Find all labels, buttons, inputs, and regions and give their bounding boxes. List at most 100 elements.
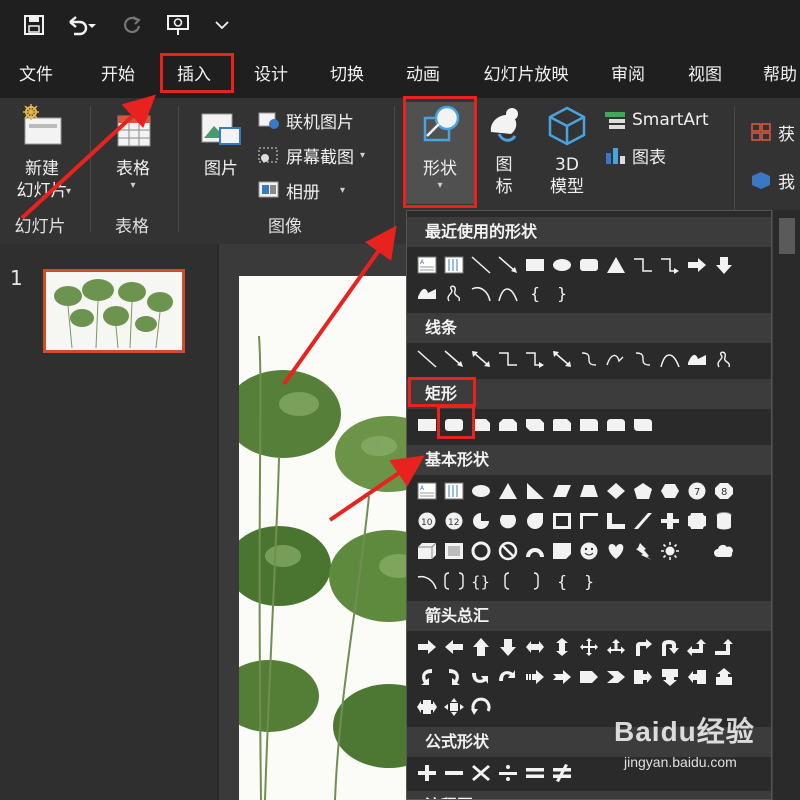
shape-eqdiv-icon[interactable] bbox=[494, 761, 521, 785]
tab-help[interactable]: 帮助 bbox=[758, 60, 800, 90]
table-button[interactable]: 表格 ▾ bbox=[96, 102, 170, 191]
shape-triangle-icon[interactable] bbox=[602, 253, 629, 277]
customize-toolbar-icon[interactable] bbox=[210, 10, 234, 40]
shapes-button[interactable]: 形状 ▾ bbox=[404, 102, 476, 204]
shape-nosym-icon[interactable] bbox=[494, 539, 521, 563]
redo-icon[interactable] bbox=[118, 10, 146, 40]
shape-eqminus-icon[interactable] bbox=[440, 761, 467, 785]
shape-line-icon[interactable] bbox=[467, 253, 494, 277]
slide-thumbnail[interactable] bbox=[43, 269, 185, 353]
tab-view[interactable]: 视图 bbox=[683, 60, 727, 90]
shape-quadcallout-icon[interactable] bbox=[440, 695, 467, 719]
shape-curvedarrow-icon[interactable] bbox=[602, 347, 629, 371]
shape-parallelogram-icon[interactable] bbox=[548, 479, 575, 503]
table-dropdown-icon[interactable]: ▾ bbox=[130, 180, 135, 191]
shape-roundrect-icon[interactable] bbox=[575, 253, 602, 277]
shape-lbracket-icon[interactable] bbox=[494, 569, 521, 593]
shape-elbow-icon[interactable] bbox=[629, 253, 656, 277]
photo-album-button[interactable]: 相册 ▾ bbox=[258, 176, 345, 204]
shape-rbracket-icon[interactable] bbox=[521, 569, 548, 593]
shape-foldedcorner-icon[interactable] bbox=[548, 539, 575, 563]
shape-rbrace-icon[interactable]: } bbox=[548, 281, 575, 305]
shape-round2-icon[interactable] bbox=[602, 413, 629, 437]
shape-rbrace-icon[interactable]: } bbox=[575, 569, 602, 593]
shape-lrcallout-icon[interactable] bbox=[413, 695, 440, 719]
shape-blockarc-icon[interactable] bbox=[521, 539, 548, 563]
shape-downarrow-icon[interactable] bbox=[494, 635, 521, 659]
shape-teardrop-icon[interactable] bbox=[521, 509, 548, 533]
shape-arrowline-icon[interactable] bbox=[494, 253, 521, 277]
shape-round3-icon[interactable] bbox=[629, 413, 656, 437]
shape-sun-icon[interactable] bbox=[656, 539, 683, 563]
shape-plus-icon[interactable] bbox=[656, 509, 683, 533]
undo-icon[interactable] bbox=[62, 10, 102, 40]
shape-eqplus-icon[interactable] bbox=[413, 761, 440, 785]
shape-chevron-icon[interactable] bbox=[602, 665, 629, 689]
shape-stripedright-icon[interactable] bbox=[521, 665, 548, 689]
tab-file[interactable]: 文件 bbox=[14, 60, 58, 90]
3d-models-button[interactable]: 3D 模型 bbox=[538, 102, 596, 198]
shape-curve-icon[interactable] bbox=[656, 347, 683, 371]
shape-diamond-icon[interactable] bbox=[602, 479, 629, 503]
shape-rect-icon[interactable] bbox=[413, 413, 440, 437]
shape-leftarrow-icon[interactable] bbox=[440, 635, 467, 659]
shape-dodec-icon[interactable]: 12 bbox=[440, 509, 467, 533]
shape-eqnotequal-icon[interactable] bbox=[548, 761, 575, 785]
shape-rect-icon[interactable] bbox=[521, 253, 548, 277]
shape-textbox-icon[interactable]: A bbox=[413, 479, 440, 503]
tab-review[interactable]: 审阅 bbox=[606, 60, 650, 90]
shape-bevel-icon[interactable] bbox=[440, 539, 467, 563]
get-addins-button[interactable]: 获 bbox=[750, 118, 795, 146]
shape-scurve-icon[interactable] bbox=[575, 347, 602, 371]
shape-downcallout-icon[interactable] bbox=[656, 665, 683, 689]
shape-plaque-icon[interactable] bbox=[683, 509, 710, 533]
shape-curvedleft-icon[interactable] bbox=[440, 665, 467, 689]
shape-rightarrow-icon[interactable] bbox=[413, 635, 440, 659]
tab-animations[interactable]: 动画 bbox=[401, 60, 445, 90]
shape-vtextbox-icon[interactable] bbox=[440, 479, 467, 503]
shape-eqmult-icon[interactable] bbox=[467, 761, 494, 785]
slide-canvas[interactable] bbox=[239, 276, 419, 800]
shape-chord-icon[interactable] bbox=[494, 509, 521, 533]
shape-pie-icon[interactable] bbox=[467, 509, 494, 533]
shape-oval-icon[interactable] bbox=[548, 253, 575, 277]
my-addins-button[interactable]: 我 bbox=[750, 166, 795, 194]
shape-udarrow-icon[interactable] bbox=[548, 635, 575, 659]
shape-curve-icon[interactable] bbox=[494, 281, 521, 305]
shape-snip1-icon[interactable] bbox=[467, 413, 494, 437]
tab-design[interactable]: 设计 bbox=[249, 60, 293, 90]
shape-elbowarrow-icon[interactable] bbox=[521, 347, 548, 371]
shape-lbrace-icon[interactable]: { bbox=[548, 569, 575, 593]
shape-upcallout-icon[interactable] bbox=[710, 665, 737, 689]
shape-dblarrow-icon[interactable] bbox=[548, 347, 575, 371]
save-icon[interactable] bbox=[20, 10, 48, 40]
shape-triangle-icon[interactable] bbox=[494, 479, 521, 503]
shape-notchedright-icon[interactable] bbox=[548, 665, 575, 689]
shape-vtextbox-icon[interactable] bbox=[440, 253, 467, 277]
shape-bentup-icon[interactable] bbox=[710, 635, 737, 659]
shape-can-icon[interactable] bbox=[710, 509, 737, 533]
shape-textbox-icon[interactable]: A bbox=[413, 253, 440, 277]
shape-bracketpair-icon[interactable] bbox=[440, 569, 467, 593]
shape-larc-icon[interactable] bbox=[413, 569, 440, 593]
shape-rightcallout-icon[interactable] bbox=[629, 665, 656, 689]
chart-button[interactable]: 图表 bbox=[604, 141, 666, 169]
shape-heart-icon[interactable] bbox=[602, 539, 629, 563]
shape-rtri-icon[interactable] bbox=[521, 479, 548, 503]
shape-elbow-icon[interactable] bbox=[494, 347, 521, 371]
shape-quadarrow-icon[interactable] bbox=[575, 635, 602, 659]
shape-diagstripe-icon[interactable] bbox=[629, 509, 656, 533]
shape-scurve-icon[interactable] bbox=[629, 347, 656, 371]
shape-downarrow-icon[interactable] bbox=[710, 253, 737, 277]
shape-lbrace-icon[interactable]: { bbox=[521, 281, 548, 305]
scrollbar-thumb[interactable] bbox=[779, 218, 795, 254]
shape-roundrect-icon[interactable] bbox=[440, 413, 467, 437]
shape-pentagon-icon[interactable] bbox=[629, 479, 656, 503]
shape-curvedright-icon[interactable] bbox=[413, 665, 440, 689]
tab-transitions[interactable]: 切换 bbox=[325, 60, 369, 90]
shape-rightarrow-icon[interactable] bbox=[683, 253, 710, 277]
shape-curvedup-icon[interactable] bbox=[467, 665, 494, 689]
shape-trapezoid-icon[interactable] bbox=[575, 479, 602, 503]
shape-scribble-icon[interactable] bbox=[710, 347, 737, 371]
tab-slideshow[interactable]: 幻灯片放映 bbox=[478, 60, 574, 90]
